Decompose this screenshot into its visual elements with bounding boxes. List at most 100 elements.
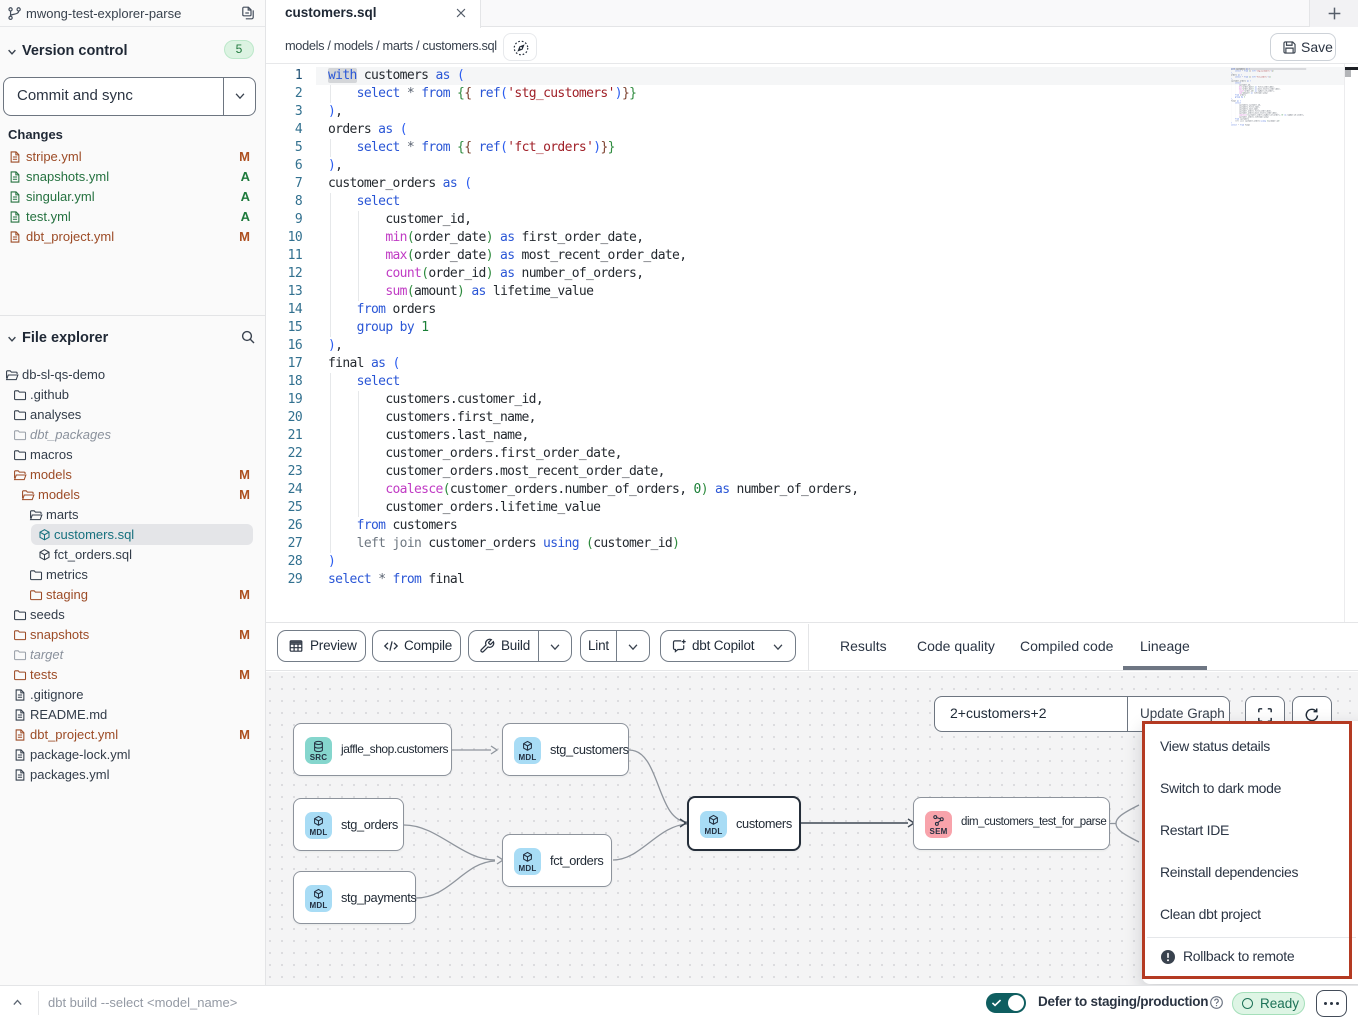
menu-item-reinstall-dependencies[interactable]: Reinstall dependencies: [1160, 864, 1350, 884]
commit-and-sync-button[interactable]: Commit and sync: [3, 77, 256, 116]
tree-item-analyses[interactable]: analyses: [0, 405, 265, 425]
lineage-node-stg_orders[interactable]: MDLstg_orders: [293, 798, 404, 851]
node-kind-label: MDL: [305, 902, 332, 910]
code-line-11: max(order_date) as most_recent_order_dat…: [328, 247, 858, 265]
tab-customers-sql[interactable]: customers.sql: [266, 0, 481, 28]
save-button[interactable]: Save: [1270, 33, 1336, 61]
lineage-node-jaffle_shop.customers[interactable]: SRCjaffle_shop.customers: [293, 723, 452, 776]
command-input[interactable]: dbt build --select <model_name>: [48, 995, 237, 1010]
minimap[interactable]: with customers as ( select * from {{ ref…: [1231, 68, 1306, 126]
lineage-node-customers[interactable]: MDLcustomers: [687, 796, 801, 851]
search-icon[interactable]: [240, 329, 256, 345]
tree-item-fct_orders.sql[interactable]: fct_orders.sql: [0, 545, 265, 565]
lint-button[interactable]: Lint: [580, 630, 650, 662]
node-label: jaffle_shop.customers: [341, 742, 448, 756]
menu-item-switch-to-dark-mode[interactable]: Switch to dark mode: [1160, 780, 1350, 800]
chevron-down-icon[interactable]: [233, 89, 247, 103]
tree-item-package-lock.yml[interactable]: package-lock.yml: [0, 745, 265, 765]
status-circle-icon: [1242, 998, 1253, 1009]
copy-icon[interactable]: [240, 5, 256, 21]
tree-item-models[interactable]: modelsM: [0, 485, 265, 505]
defer-toggle[interactable]: [986, 993, 1026, 1013]
tree-item-target[interactable]: target: [0, 645, 265, 665]
lineage-search-input[interactable]: 2+customers+2: [950, 705, 1047, 721]
tree-item-customers.sql[interactable]: customers.sql: [0, 525, 265, 545]
tab-lineage[interactable]: Lineage: [1140, 624, 1190, 670]
close-tab-icon[interactable]: [454, 6, 468, 20]
change-item-stripe.yml[interactable]: stripe.ymlM: [0, 147, 265, 167]
tree-item-README.md[interactable]: README.md: [0, 705, 265, 725]
menu-item-label: Reinstall dependencies: [1160, 864, 1298, 880]
node-kind-label: MDL: [514, 754, 541, 762]
tab-results[interactable]: Results: [840, 624, 888, 670]
preview-button[interactable]: Preview: [277, 630, 366, 662]
alert-icon: [1160, 949, 1176, 965]
line-number: 2: [266, 85, 302, 103]
tree-item-macros[interactable]: macros: [0, 445, 265, 465]
code-content[interactable]: with customers as ( select * from {{ ref…: [328, 67, 858, 589]
tree-item-packages.yml[interactable]: packages.yml: [0, 765, 265, 785]
menu-item-label: Restart IDE: [1160, 822, 1229, 838]
more-options-button[interactable]: [1316, 990, 1347, 1017]
lineage-node-stg_payments[interactable]: MDLstg_payments: [293, 871, 416, 924]
lint-dropdown-chevron-icon[interactable]: [626, 640, 640, 654]
file-icon: [8, 210, 22, 224]
tree-item-label: fct_orders.sql: [54, 547, 132, 562]
change-item-singular.yml[interactable]: singular.ymlA: [0, 187, 265, 207]
tree-item-snapshots[interactable]: snapshotsM: [0, 625, 265, 645]
change-item-test.yml[interactable]: test.ymlA: [0, 207, 265, 227]
menu-item-view-status-details[interactable]: View status details: [1160, 738, 1350, 758]
lineage-node-fct_orders[interactable]: MDLfct_orders: [502, 834, 612, 887]
new-tab-icon[interactable]: [1326, 5, 1343, 22]
compile-label: Compile: [404, 638, 452, 653]
lineage-node-dim_customers_test_for_parse[interactable]: SEMdim_customers_test_for_parse: [913, 797, 1110, 850]
tree-item-label: packages.yml: [30, 767, 109, 782]
menu-item-restart-ide[interactable]: Restart IDE: [1160, 822, 1350, 842]
code-line-5: select * from {{ ref('fct_orders')}}: [328, 139, 858, 157]
code-editor[interactable]: 1234567891011121314151617181920212223242…: [266, 64, 1358, 623]
tree-item-seeds[interactable]: seeds: [0, 605, 265, 625]
tree-item-dbt_project.yml[interactable]: dbt_project.ymlM: [0, 725, 265, 745]
chevron-up-icon[interactable]: [11, 996, 24, 1009]
change-status-badge: M: [239, 149, 250, 164]
save-icon: [1281, 39, 1298, 56]
build-button[interactable]: Build: [468, 630, 572, 662]
tree-item-label: dbt_packages: [30, 427, 111, 442]
copilot-dropdown-chevron-icon[interactable]: [771, 640, 785, 654]
tab-compiled-code[interactable]: Compiled code: [1020, 624, 1111, 670]
tree-item-.github[interactable]: .github: [0, 385, 265, 405]
change-item-dbt_project.yml[interactable]: dbt_project.ymlM: [0, 227, 265, 247]
code-line-20: customers.first_name,: [328, 409, 858, 427]
tree-item-models[interactable]: modelsM: [0, 465, 265, 485]
tree-item-label: customers.sql: [54, 527, 134, 542]
update-graph-button[interactable]: Update Graph: [1140, 706, 1225, 721]
line-number: 13: [266, 283, 302, 301]
compass-button[interactable]: [503, 33, 537, 61]
tree-status-badge: M: [239, 487, 250, 502]
file-explorer-header[interactable]: File explorer: [0, 329, 265, 349]
tree-item-.gitignore[interactable]: .gitignore: [0, 685, 265, 705]
line-number: 24: [266, 481, 302, 499]
lineage-node-stg_customers[interactable]: MDLstg_customers: [502, 723, 629, 776]
help-icon[interactable]: [1209, 995, 1224, 1010]
change-file-name: dbt_project.yml: [26, 229, 114, 244]
compile-button[interactable]: Compile: [372, 630, 461, 662]
tree-item-marts[interactable]: marts: [0, 505, 265, 525]
menu-item-rollback-to-remote[interactable]: Rollback to remote: [1160, 948, 1350, 968]
code-line-18: select: [328, 373, 858, 391]
tree-item-dbt_packages[interactable]: dbt_packages: [0, 425, 265, 445]
tree-item-staging[interactable]: stagingM: [0, 585, 265, 605]
scrollbar-thumb[interactable]: [1345, 70, 1351, 77]
line-number: 11: [266, 247, 302, 265]
tab-code-quality[interactable]: Code quality: [917, 624, 993, 670]
tree-item-db-sl-qs-demo[interactable]: db-sl-qs-demo: [0, 365, 265, 385]
node-kind-label: MDL: [514, 865, 541, 873]
tree-item-metrics[interactable]: metrics: [0, 565, 265, 585]
dbt-ide-app: mwong-test-explorer-parse Version contro…: [0, 0, 1358, 1019]
menu-item-clean-dbt-project[interactable]: Clean dbt project: [1160, 906, 1350, 926]
build-dropdown-chevron-icon[interactable]: [548, 640, 562, 654]
tree-item-tests[interactable]: testsM: [0, 665, 265, 685]
dbt-copilot-button[interactable]: dbt Copilot: [660, 630, 796, 662]
version-control-header[interactable]: Version control 5: [0, 42, 265, 62]
change-item-snapshots.yml[interactable]: snapshots.ymlA: [0, 167, 265, 187]
